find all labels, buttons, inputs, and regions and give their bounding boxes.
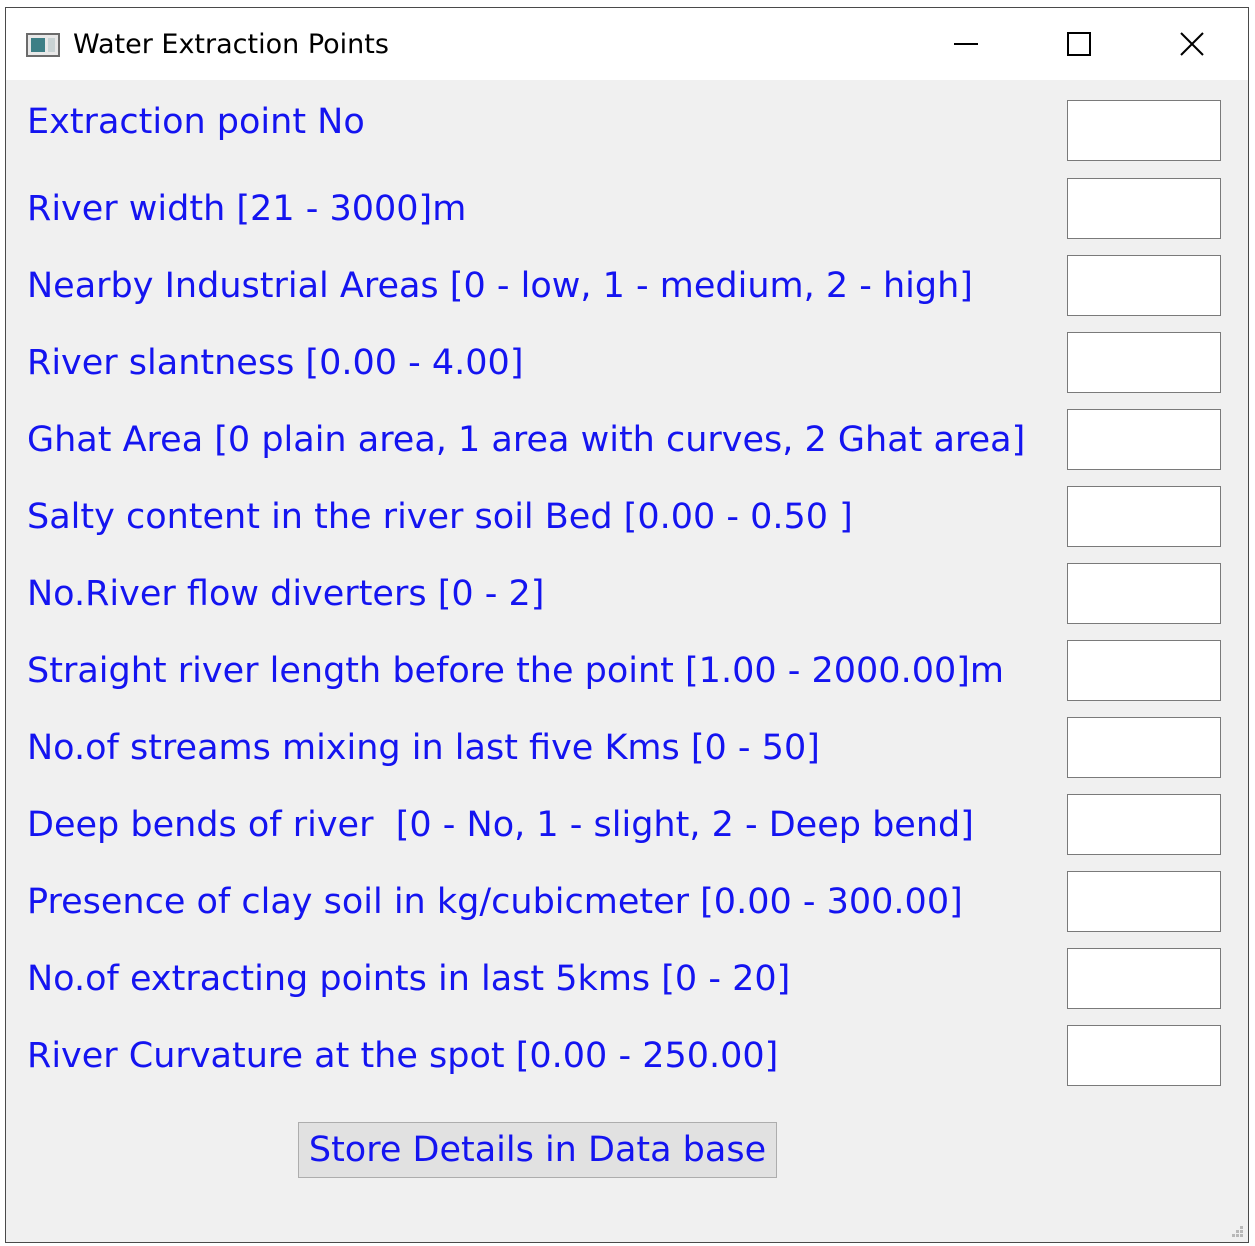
minimize-button[interactable] bbox=[911, 8, 1021, 80]
streams-mixing-field[interactable] bbox=[1067, 717, 1221, 778]
river-slantness-field[interactable] bbox=[1067, 332, 1221, 393]
title-bar[interactable]: Water Extraction Points bbox=[6, 8, 1248, 80]
resize-grip-icon[interactable] bbox=[1228, 1222, 1244, 1238]
extraction-point-no-label: Extraction point No bbox=[27, 102, 365, 142]
salty-content-label: Salty content in the river soil Bed [0.0… bbox=[27, 497, 853, 537]
app-window: Water Extraction Points Extraction point… bbox=[5, 7, 1249, 1243]
extraction-point-no-field[interactable] bbox=[1067, 100, 1221, 161]
river-slantness-label: River slantness [0.00 - 4.00] bbox=[27, 343, 524, 383]
river-curvature-label: River Curvature at the spot [0.00 - 250.… bbox=[27, 1036, 779, 1076]
close-button[interactable] bbox=[1137, 8, 1247, 80]
maximize-button[interactable] bbox=[1024, 8, 1134, 80]
ghat-area-label: Ghat Area [0 plain area, 1 area with cur… bbox=[27, 420, 1026, 460]
streams-mixing-label: No.of streams mixing in last five Kms [0… bbox=[27, 728, 820, 768]
river-width-field[interactable] bbox=[1067, 178, 1221, 239]
salty-content-field[interactable] bbox=[1067, 486, 1221, 547]
deep-bends-label: Deep bends of river [0 - No, 1 - slight,… bbox=[27, 805, 974, 845]
industrial-areas-field[interactable] bbox=[1067, 255, 1221, 316]
maximize-icon bbox=[1067, 32, 1091, 56]
extracting-points-field[interactable] bbox=[1067, 948, 1221, 1009]
clay-soil-field[interactable] bbox=[1067, 871, 1221, 932]
straight-river-length-label: Straight river length before the point [… bbox=[27, 651, 1004, 691]
ghat-area-field[interactable] bbox=[1067, 409, 1221, 470]
straight-river-length-field[interactable] bbox=[1067, 640, 1221, 701]
close-icon bbox=[1180, 32, 1204, 56]
flow-diverters-label: No.River flow diverters [0 - 2] bbox=[27, 574, 545, 614]
river-curvature-field[interactable] bbox=[1067, 1025, 1221, 1086]
flow-diverters-field[interactable] bbox=[1067, 563, 1221, 624]
extracting-points-label: No.of extracting points in last 5kms [0 … bbox=[27, 959, 791, 999]
store-details-button[interactable]: Store Details in Data base bbox=[298, 1122, 777, 1178]
window-title: Water Extraction Points bbox=[73, 29, 389, 60]
industrial-areas-label: Nearby Industrial Areas [0 - low, 1 - me… bbox=[27, 266, 973, 306]
clay-soil-label: Presence of clay soil in kg/cubicmeter [… bbox=[27, 882, 963, 922]
minimize-icon bbox=[954, 43, 978, 45]
deep-bends-field[interactable] bbox=[1067, 794, 1221, 855]
app-window-icon bbox=[26, 33, 60, 57]
river-width-label: River width [21 - 3000]m bbox=[27, 189, 467, 229]
